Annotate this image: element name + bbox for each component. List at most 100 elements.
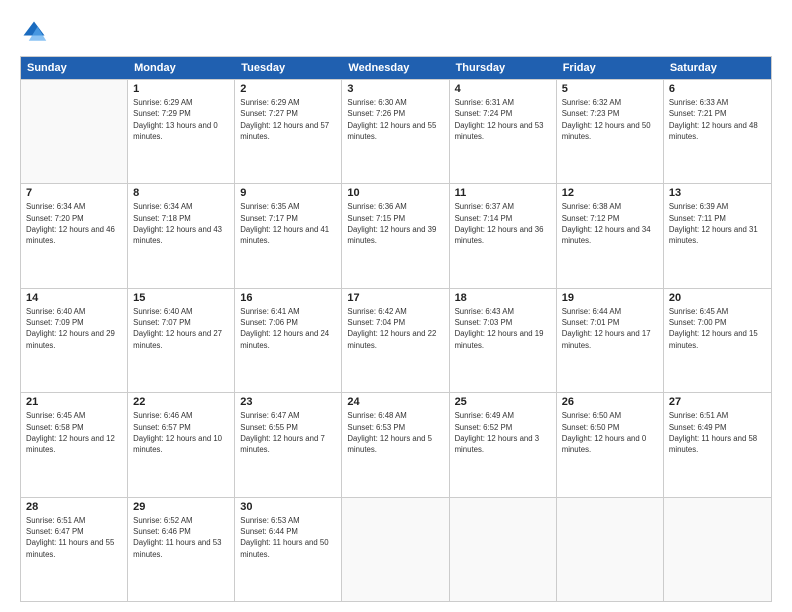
day-number: 18 — [455, 292, 551, 304]
cell-info: Sunrise: 6:36 AMSunset: 7:15 PMDaylight:… — [347, 201, 443, 246]
cell-info: Sunrise: 6:50 AMSunset: 6:50 PMDaylight:… — [562, 410, 658, 455]
calendar-cell: 16 Sunrise: 6:41 AMSunset: 7:06 PMDayligh… — [235, 289, 342, 392]
cell-info: Sunrise: 6:42 AMSunset: 7:04 PMDaylight:… — [347, 306, 443, 351]
calendar-row-4: 28Sunrise: 6:51 AMSunset: 6:47 PMDayligh… — [21, 497, 771, 601]
calendar-cell: 11 Sunrise: 6:37 AMSunset: 7:14 PMDayligh… — [450, 184, 557, 287]
calendar-cell: 25Sunrise: 6:49 AMSunset: 6:52 PMDayligh… — [450, 393, 557, 496]
day-number: 29 — [133, 501, 229, 513]
day-number: 23 — [240, 396, 336, 408]
calendar-cell: 5 Sunrise: 6:32 AMSunset: 7:23 PMDaylight… — [557, 80, 664, 183]
calendar-cell: 13 Sunrise: 6:39 AMSunset: 7:11 PMDayligh… — [664, 184, 771, 287]
day-number: 21 — [26, 396, 122, 408]
cell-info: Sunrise: 6:53 AMSunset: 6:44 PMDaylight:… — [240, 515, 336, 560]
calendar-row-1: 7Sunrise: 6:34 AMSunset: 7:20 PMDaylight… — [21, 183, 771, 287]
day-number: 22 — [133, 396, 229, 408]
day-number: 27 — [669, 396, 766, 408]
day-number: 16 — [240, 292, 336, 304]
day-number: 10 — [347, 187, 443, 199]
day-number: 30 — [240, 501, 336, 513]
calendar-body: 1 Sunrise: 6:29 AMSunset: 7:29 PMDaylight… — [21, 79, 771, 601]
cell-info: Sunrise: 6:40 AMSunset: 7:09 PMDaylight:… — [26, 306, 122, 351]
day-number: 12 — [562, 187, 658, 199]
calendar-cell: 20 Sunrise: 6:45 AMSunset: 7:00 PMDayligh… — [664, 289, 771, 392]
cell-info: Sunrise: 6:51 AMSunset: 6:49 PMDaylight:… — [669, 410, 766, 455]
calendar-cell: 18 Sunrise: 6:43 AMSunset: 7:03 PMDayligh… — [450, 289, 557, 392]
day-number: 1 — [133, 83, 229, 95]
day-number: 2 — [240, 83, 336, 95]
logo — [20, 18, 52, 46]
cell-info: Sunrise: 6:45 AMSunset: 6:58 PMDaylight:… — [26, 410, 122, 455]
header-day-monday: Monday — [128, 57, 235, 79]
cell-info: Sunrise: 6:31 AMSunset: 7:24 PMDaylight:… — [455, 97, 551, 142]
day-number: 8 — [133, 187, 229, 199]
calendar-cell: 3Sunrise: 6:30 AMSunset: 7:26 PMDaylight… — [342, 80, 449, 183]
calendar-cell: 21 Sunrise: 6:45 AMSunset: 6:58 PMDayligh… — [21, 393, 128, 496]
day-number: 25 — [455, 396, 551, 408]
day-number: 17 — [347, 292, 443, 304]
cell-info: Sunrise: 6:47 AMSunset: 6:55 PMDaylight:… — [240, 410, 336, 455]
cell-info: Sunrise: 6:38 AMSunset: 7:12 PMDaylight:… — [562, 201, 658, 246]
cell-info: Sunrise: 6:33 AMSunset: 7:21 PMDaylight:… — [669, 97, 766, 142]
header-day-sunday: Sunday — [21, 57, 128, 79]
calendar-row-3: 21 Sunrise: 6:45 AMSunset: 6:58 PMDayligh… — [21, 392, 771, 496]
day-number: 24 — [347, 396, 443, 408]
calendar-cell — [557, 498, 664, 601]
cell-info: Sunrise: 6:39 AMSunset: 7:11 PMDaylight:… — [669, 201, 766, 246]
logo-icon — [20, 18, 48, 46]
calendar-cell: 12 Sunrise: 6:38 AMSunset: 7:12 PMDayligh… — [557, 184, 664, 287]
day-number: 14 — [26, 292, 122, 304]
cell-info: Sunrise: 6:34 AMSunset: 7:18 PMDaylight:… — [133, 201, 229, 246]
day-number: 26 — [562, 396, 658, 408]
calendar-cell — [450, 498, 557, 601]
day-number: 11 — [455, 187, 551, 199]
calendar-cell: 29 Sunrise: 6:52 AMSunset: 6:46 PMDayligh… — [128, 498, 235, 601]
calendar-cell: 24 Sunrise: 6:48 AMSunset: 6:53 PMDayligh… — [342, 393, 449, 496]
day-number: 15 — [133, 292, 229, 304]
calendar-row-0: 1 Sunrise: 6:29 AMSunset: 7:29 PMDaylight… — [21, 79, 771, 183]
cell-info: Sunrise: 6:51 AMSunset: 6:47 PMDaylight:… — [26, 515, 122, 560]
calendar-cell: 30 Sunrise: 6:53 AMSunset: 6:44 PMDayligh… — [235, 498, 342, 601]
cell-info: Sunrise: 6:45 AMSunset: 7:00 PMDaylight:… — [669, 306, 766, 351]
day-number: 20 — [669, 292, 766, 304]
header-day-thursday: Thursday — [450, 57, 557, 79]
calendar-cell: 9 Sunrise: 6:35 AMSunset: 7:17 PMDaylight… — [235, 184, 342, 287]
calendar-cell — [21, 80, 128, 183]
header-day-friday: Friday — [557, 57, 664, 79]
cell-info: Sunrise: 6:29 AMSunset: 7:29 PMDaylight:… — [133, 97, 229, 142]
cell-info: Sunrise: 6:37 AMSunset: 7:14 PMDaylight:… — [455, 201, 551, 246]
cell-info: Sunrise: 6:48 AMSunset: 6:53 PMDaylight:… — [347, 410, 443, 455]
calendar-cell: 4 Sunrise: 6:31 AMSunset: 7:24 PMDaylight… — [450, 80, 557, 183]
calendar-cell: 14 Sunrise: 6:40 AMSunset: 7:09 PMDayligh… — [21, 289, 128, 392]
cell-info: Sunrise: 6:43 AMSunset: 7:03 PMDaylight:… — [455, 306, 551, 351]
calendar-cell — [342, 498, 449, 601]
calendar-cell: 27 Sunrise: 6:51 AMSunset: 6:49 PMDayligh… — [664, 393, 771, 496]
page: SundayMondayTuesdayWednesdayThursdayFrid… — [0, 0, 792, 612]
cell-info: Sunrise: 6:52 AMSunset: 6:46 PMDaylight:… — [133, 515, 229, 560]
calendar-header: SundayMondayTuesdayWednesdayThursdayFrid… — [21, 57, 771, 79]
calendar: SundayMondayTuesdayWednesdayThursdayFrid… — [20, 56, 772, 602]
calendar-cell: 26 Sunrise: 6:50 AMSunset: 6:50 PMDayligh… — [557, 393, 664, 496]
cell-info: Sunrise: 6:35 AMSunset: 7:17 PMDaylight:… — [240, 201, 336, 246]
cell-info: Sunrise: 6:41 AMSunset: 7:06 PMDaylight:… — [240, 306, 336, 351]
calendar-cell: 15 Sunrise: 6:40 AMSunset: 7:07 PMDayligh… — [128, 289, 235, 392]
calendar-cell: 19Sunrise: 6:44 AMSunset: 7:01 PMDayligh… — [557, 289, 664, 392]
day-number: 9 — [240, 187, 336, 199]
calendar-cell: 28Sunrise: 6:51 AMSunset: 6:47 PMDayligh… — [21, 498, 128, 601]
calendar-cell: 22 Sunrise: 6:46 AMSunset: 6:57 PMDayligh… — [128, 393, 235, 496]
cell-info: Sunrise: 6:46 AMSunset: 6:57 PMDaylight:… — [133, 410, 229, 455]
calendar-cell: 8 Sunrise: 6:34 AMSunset: 7:18 PMDaylight… — [128, 184, 235, 287]
calendar-cell: 6Sunrise: 6:33 AMSunset: 7:21 PMDaylight… — [664, 80, 771, 183]
calendar-cell — [664, 498, 771, 601]
calendar-cell: 7Sunrise: 6:34 AMSunset: 7:20 PMDaylight… — [21, 184, 128, 287]
day-number: 3 — [347, 83, 443, 95]
day-number: 7 — [26, 187, 122, 199]
cell-info: Sunrise: 6:40 AMSunset: 7:07 PMDaylight:… — [133, 306, 229, 351]
cell-info: Sunrise: 6:32 AMSunset: 7:23 PMDaylight:… — [562, 97, 658, 142]
day-number: 19 — [562, 292, 658, 304]
calendar-cell: 10 Sunrise: 6:36 AMSunset: 7:15 PMDayligh… — [342, 184, 449, 287]
header-day-tuesday: Tuesday — [235, 57, 342, 79]
calendar-row-2: 14 Sunrise: 6:40 AMSunset: 7:09 PMDayligh… — [21, 288, 771, 392]
day-number: 4 — [455, 83, 551, 95]
day-number: 13 — [669, 187, 766, 199]
day-number: 5 — [562, 83, 658, 95]
